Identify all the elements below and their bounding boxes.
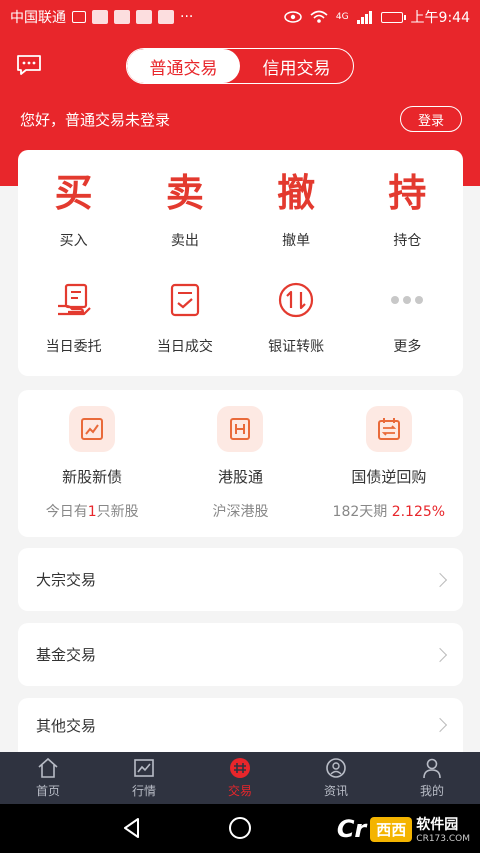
login-greeting: 您好，普通交易未登录 bbox=[20, 111, 171, 129]
sell-label: 卖出 bbox=[170, 233, 199, 249]
buy-label: 买入 bbox=[59, 233, 88, 249]
buy-glyph: 买 bbox=[54, 170, 93, 215]
usb-icon bbox=[92, 10, 108, 24]
block-trade-label: 大宗交易 bbox=[36, 571, 97, 589]
ipo-feature[interactable]: 新股新债 今日有1只新股 bbox=[18, 406, 166, 521]
other-trade-label: 其他交易 bbox=[36, 716, 97, 735]
nav-trade[interactable]: 交易 bbox=[192, 752, 288, 804]
nav-news-label: 资讯 bbox=[323, 784, 348, 798]
chart-up-icon bbox=[81, 418, 104, 440]
sell-glyph: 卖 bbox=[165, 170, 204, 215]
repo-rate: 2.125% bbox=[391, 504, 446, 520]
hk-connect-subtitle: 沪深港股 bbox=[212, 504, 269, 520]
chevron-right-icon bbox=[432, 717, 448, 733]
ipo-subtitle: 今日有1只新股 bbox=[45, 504, 139, 520]
activity-icon bbox=[72, 11, 86, 23]
app-notification-icon bbox=[114, 10, 130, 24]
battery-icon bbox=[380, 11, 406, 23]
nav-news[interactable]: 资讯 bbox=[288, 752, 384, 804]
home-circle-icon bbox=[229, 817, 251, 839]
block-trade-item[interactable]: 大宗交易 bbox=[18, 548, 463, 611]
mail-icon bbox=[136, 10, 152, 24]
eye-icon bbox=[284, 11, 302, 23]
other-trade-item[interactable]: 其他交易 bbox=[18, 698, 463, 752]
watermark-name: 软件园 bbox=[416, 817, 459, 833]
bottom-nav: 首页 行情 交易 资讯 我的 bbox=[0, 752, 480, 804]
repo-feature[interactable]: 国债逆回购 182天期 2.125% bbox=[315, 406, 463, 521]
cancel-order-action[interactable]: 撤 撤单 bbox=[241, 168, 352, 250]
position-label: 持仓 bbox=[393, 233, 422, 249]
ipo-title: 新股新债 bbox=[62, 468, 123, 486]
nav-trade-label: 交易 bbox=[227, 784, 252, 798]
trade-type-switch: 普通交易 信用交易 bbox=[126, 48, 354, 84]
checklist-icon bbox=[170, 283, 199, 317]
fund-trade-label: 基金交易 bbox=[36, 646, 97, 664]
watermark-logo: Cr 西西 软件园 CR173.COM bbox=[337, 812, 470, 846]
buy-action[interactable]: 买 买入 bbox=[18, 168, 129, 250]
transfer-icon bbox=[279, 282, 314, 318]
bank-transfer-action[interactable]: 银证转账 bbox=[241, 278, 352, 356]
trade-actions-card: 买 买入 卖 卖出 撤 撤单 持 持仓 当日委托 当日成交 银证转账 更多 bbox=[18, 150, 463, 376]
clock-time: 上午9:44 bbox=[410, 10, 470, 26]
sell-action[interactable]: 卖 卖出 bbox=[129, 168, 240, 250]
chevron-right-icon bbox=[432, 572, 448, 587]
position-glyph: 持 bbox=[388, 170, 427, 215]
nav-home-label: 首页 bbox=[35, 784, 60, 798]
trade-icon bbox=[230, 758, 250, 778]
more-label: 更多 bbox=[393, 339, 422, 355]
more-dots-icon bbox=[391, 296, 424, 304]
login-button[interactable]: 登录 bbox=[400, 106, 462, 132]
repo-title: 国债逆回购 bbox=[351, 468, 427, 486]
news-icon bbox=[326, 758, 346, 778]
signal-icon bbox=[356, 10, 372, 24]
home-icon bbox=[38, 757, 58, 778]
order-hand-icon bbox=[57, 283, 91, 316]
fund-trade-item[interactable]: 基金交易 bbox=[18, 623, 463, 686]
nav-home[interactable]: 首页 bbox=[0, 752, 96, 804]
features-card: 新股新债 今日有1只新股 港股通 沪深港股 国债逆回购 182天期 2.125% bbox=[18, 390, 463, 537]
cancel-glyph: 撤 bbox=[277, 170, 316, 215]
cancel-label: 撤单 bbox=[282, 233, 311, 249]
more-action[interactable]: 更多 bbox=[352, 278, 463, 356]
system-nav-bar: Cr 西西 软件园 CR173.COM bbox=[0, 804, 480, 853]
flame-icon bbox=[158, 10, 174, 24]
ipo-count: 1 bbox=[87, 504, 97, 520]
position-action[interactable]: 持 持仓 bbox=[352, 168, 463, 250]
network-type: 4G bbox=[335, 12, 349, 22]
nav-mine[interactable]: 我的 bbox=[384, 752, 480, 804]
nav-market[interactable]: 行情 bbox=[96, 752, 192, 804]
watermark-logo-text: Cr bbox=[336, 815, 367, 843]
back-triangle-icon bbox=[124, 818, 139, 838]
bank-transfer-label: 银证转账 bbox=[268, 339, 325, 355]
back-button[interactable] bbox=[120, 816, 144, 840]
carrier-label: 中国联通 bbox=[10, 10, 66, 26]
home-button[interactable] bbox=[228, 816, 252, 840]
message-icon[interactable] bbox=[16, 54, 42, 76]
more-notifications-icon: ··· bbox=[180, 9, 194, 25]
nav-market-label: 行情 bbox=[131, 784, 156, 798]
market-icon bbox=[134, 759, 154, 777]
status-bar: 中国联通 ··· 4G 上午9:44 bbox=[0, 0, 480, 34]
today-orders-label: 当日委托 bbox=[45, 339, 102, 355]
hk-h-icon bbox=[230, 418, 251, 440]
hk-connect-feature[interactable]: 港股通 沪深港股 bbox=[166, 406, 314, 521]
watermark-badge: 西西 bbox=[370, 816, 413, 842]
profile-icon bbox=[423, 758, 441, 779]
tab-normal-trade[interactable]: 普通交易 bbox=[127, 49, 240, 83]
today-deals-action[interactable]: 当日成交 bbox=[129, 278, 240, 356]
nav-mine-label: 我的 bbox=[419, 784, 444, 798]
watermark-domain: CR173.COM bbox=[416, 834, 470, 844]
tab-credit-trade[interactable]: 信用交易 bbox=[240, 49, 353, 83]
chevron-right-icon bbox=[432, 647, 448, 662]
hk-connect-title: 港股通 bbox=[217, 468, 263, 486]
repo-subtitle: 182天期 2.125% bbox=[332, 504, 446, 520]
today-orders-action[interactable]: 当日委托 bbox=[18, 278, 129, 356]
today-deals-label: 当日成交 bbox=[156, 339, 213, 355]
wifi-icon bbox=[310, 10, 328, 23]
repo-calendar-icon bbox=[377, 418, 400, 440]
